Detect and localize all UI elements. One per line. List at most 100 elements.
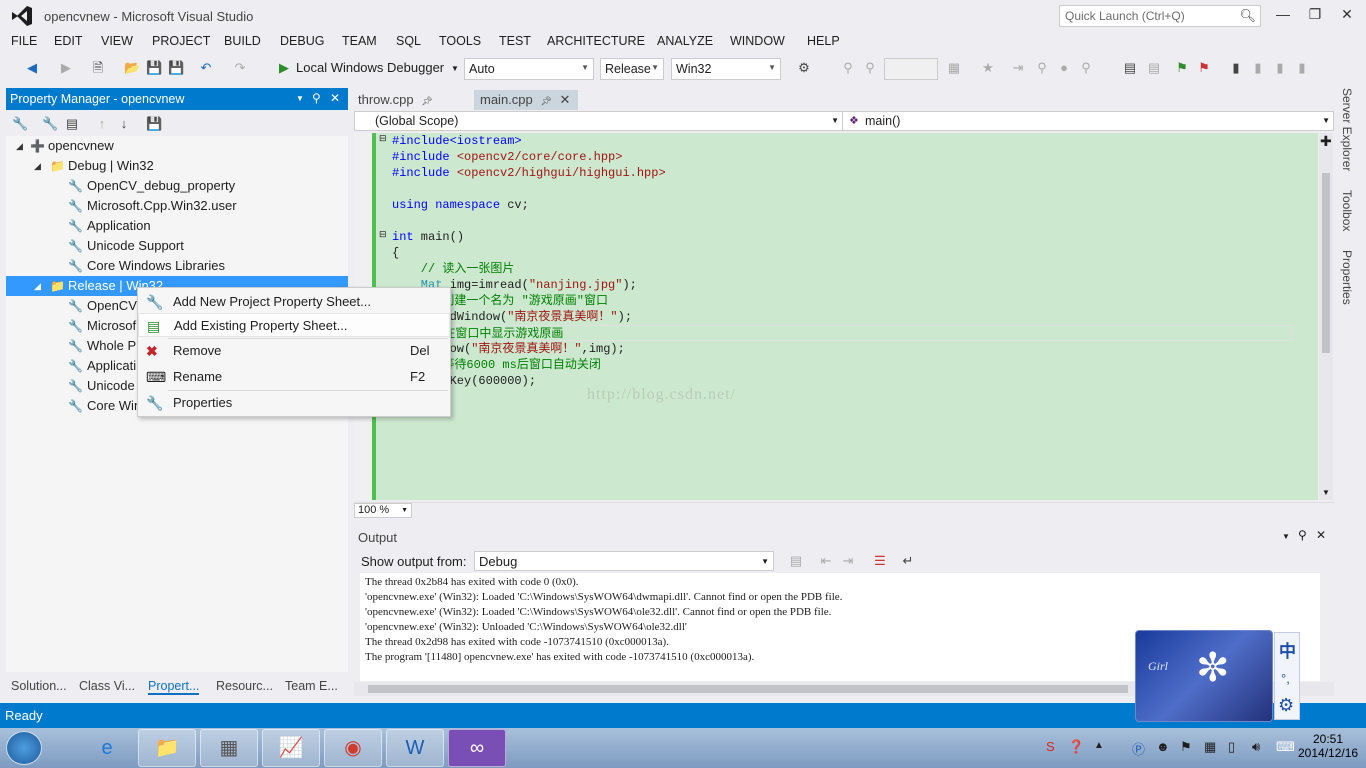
close-button[interactable]: ✕ [1332, 4, 1362, 26]
tab-team-explorer[interactable]: Team E... [285, 679, 338, 693]
clear-all-icon[interactable]: ☰ [872, 553, 888, 569]
close-icon[interactable]: ✕ [1316, 528, 1326, 542]
editor-vertical-scrollbar[interactable]: ▼ [1319, 133, 1333, 500]
find-in-files-icon[interactable]: ⚙ [796, 60, 812, 76]
word-icon[interactable]: W [386, 729, 444, 767]
debugger-label[interactable]: Local Windows Debugger [296, 60, 444, 75]
tab-main-cpp[interactable]: main.cpp 📌︎ ✕ [474, 90, 578, 110]
find-message-icon[interactable]: ▤ [788, 553, 804, 569]
device-icon[interactable]: ▦ [1204, 739, 1216, 755]
tab-properties[interactable]: Properties [1340, 250, 1354, 305]
keyboard-icon[interactable]: ⌨ [1276, 739, 1295, 755]
next-message-icon[interactable]: ⇥ [840, 553, 856, 569]
close-icon[interactable]: ✕ [330, 91, 340, 105]
save-all-icon[interactable]: 💾 [168, 60, 184, 76]
tab-property-manager[interactable]: Propert... [148, 679, 200, 695]
collapse-arrow-icon[interactable]: ◢ [34, 156, 41, 176]
tree-node-project[interactable]: ◢ ➕ opencvnew [6, 136, 348, 156]
punctuation-icon[interactable]: °, [1281, 671, 1290, 686]
word-wrap-icon[interactable]: ↵ [900, 553, 916, 569]
move-down-icon[interactable]: ↓ [116, 116, 132, 132]
save-icon[interactable]: 💾 [146, 116, 162, 132]
visual-studio-icon[interactable]: ∞ [448, 729, 506, 767]
bookmark-icon[interactable]: ★ [980, 60, 996, 76]
tree-item[interactable]: 🔧 OpenCV_debug_property [6, 176, 348, 196]
tree-item[interactable]: 🔧 Core Windows Libraries [6, 256, 348, 276]
wrench-icon[interactable]: 🔧 [12, 116, 28, 132]
menu-project[interactable]: PROJECT [152, 34, 210, 48]
move-up-icon[interactable]: ↑ [94, 116, 110, 132]
menu-test[interactable]: TEST [499, 34, 531, 48]
tab-server-explorer[interactable]: Server Explorer [1340, 88, 1354, 171]
tree-item[interactable]: 🔧 Application [6, 216, 348, 236]
undo-icon[interactable]: ↶ [198, 60, 214, 76]
forward-icon[interactable]: ▶ [58, 60, 74, 76]
tab-toolbox[interactable]: Toolbox [1340, 190, 1354, 231]
tree-item[interactable]: 🔧 Microsoft.Cpp.Win32.user [6, 196, 348, 216]
ime-language[interactable]: 中 [1279, 637, 1296, 662]
scroll-thumb[interactable] [368, 685, 1128, 693]
volume-icon[interactable]: 🔊︎ [1252, 739, 1260, 755]
add-existing-icon[interactable]: ▤ [64, 116, 80, 132]
menu-help[interactable]: HELP [807, 34, 840, 48]
solution-config-combo[interactable]: Auto ▼ [464, 58, 594, 80]
output-source-combo[interactable]: Debug ▼ [474, 551, 774, 571]
scroll-down-icon[interactable]: ▼ [1322, 488, 1330, 497]
platform-combo[interactable]: Win32 ▼ [671, 58, 781, 80]
code-editor[interactable]: #include<iostream> #include <opencv2/cor… [354, 133, 1318, 500]
network-icon[interactable]: ▯ [1228, 739, 1235, 755]
redo-icon[interactable]: ↷ [232, 60, 248, 76]
menu-architecture[interactable]: ARCHITECTURE [547, 34, 645, 48]
pin-icon[interactable]: 📌︎ [421, 96, 432, 106]
configuration-combo[interactable]: Release ▼ [600, 58, 664, 80]
add-property-sheet-icon[interactable]: 🔧 [42, 116, 58, 132]
chevron-down-icon[interactable]: ▼ [451, 64, 459, 73]
tray-expand-icon[interactable]: ▲ [1094, 740, 1104, 751]
scope-combo[interactable]: (Global Scope) ▼ [355, 112, 843, 130]
bookmark-folder-icon[interactable]: ▮ [1294, 60, 1310, 76]
step-icon[interactable]: ⇥ [1010, 60, 1026, 76]
project-app-icon[interactable]: 📈 [262, 729, 320, 767]
tree-item[interactable]: 🔧 Unicode Support [6, 236, 348, 256]
collapse-arrow-icon[interactable]: ◢ [16, 136, 23, 156]
menu-add-existing-property-sheet[interactable]: ▤ Add Existing Property Sheet... [138, 313, 450, 337]
menu-rename[interactable]: ⌨ Rename F2 [138, 365, 450, 389]
quick-launch-input[interactable]: Quick Launch (Ctrl+Q) 🔍︎ [1059, 5, 1261, 27]
pin-icon[interactable]: ⚲ [1078, 60, 1094, 76]
tab-class-view[interactable]: Class Vi... [79, 679, 135, 693]
tab-resource-view[interactable]: Resourc... [216, 679, 273, 693]
zoom-combo[interactable]: 100 % ▼ [354, 503, 412, 518]
bookmark-next-icon[interactable]: ▮ [1272, 60, 1288, 76]
tree-node-debug[interactable]: ◢ 📁 Debug | Win32 [6, 156, 348, 176]
collapse-icon[interactable]: ⊟ [379, 133, 387, 144]
menu-window[interactable]: WINDOW [730, 34, 785, 48]
menu-view[interactable]: VIEW [101, 34, 133, 48]
bookmark-clear-icon[interactable]: ⚑ [1196, 60, 1212, 76]
grid-icon[interactable]: ▦ [946, 60, 962, 76]
chevron-down-icon[interactable]: ▼ [296, 94, 304, 103]
menu-sql[interactable]: SQL [396, 34, 421, 48]
restore-button[interactable]: ❐ [1300, 4, 1330, 26]
find-combo[interactable] [884, 58, 938, 80]
menu-edit[interactable]: EDIT [54, 34, 82, 48]
menu-build[interactable]: BUILD [224, 34, 261, 48]
pin-icon[interactable]: ⚲ [1298, 528, 1307, 542]
ime-skin[interactable]: Girl ✼ [1135, 630, 1273, 722]
new-project-icon[interactable]: 🗎 [90, 60, 106, 76]
bookmark-icon[interactable]: ▮ [1228, 60, 1244, 76]
menu-tools[interactable]: TOOLS [439, 34, 481, 48]
zoom-icon[interactable]: ⚲ [862, 60, 878, 76]
outline-icon[interactable]: ▤ [1146, 60, 1162, 76]
zoom-icon[interactable]: ⚲ [840, 60, 856, 76]
start-debug-icon[interactable]: ▶ [276, 60, 292, 76]
close-icon[interactable]: ✕ [559, 92, 570, 107]
bookmark-add-icon[interactable]: ⚑ [1174, 60, 1190, 76]
chevron-down-icon[interactable]: ▼ [1282, 532, 1290, 541]
function-combo[interactable]: ❖ main() ▼ [845, 112, 1333, 130]
chrome-icon[interactable]: ◉ [324, 729, 382, 767]
menu-properties[interactable]: 🔧 Properties [138, 391, 450, 415]
save-icon[interactable]: 💾 [146, 60, 162, 76]
open-file-icon[interactable]: 📂 [124, 60, 140, 76]
tab-throw-cpp[interactable]: throw.cpp 📌︎ [352, 90, 462, 110]
split-icon[interactable]: ✚ [1320, 133, 1332, 150]
